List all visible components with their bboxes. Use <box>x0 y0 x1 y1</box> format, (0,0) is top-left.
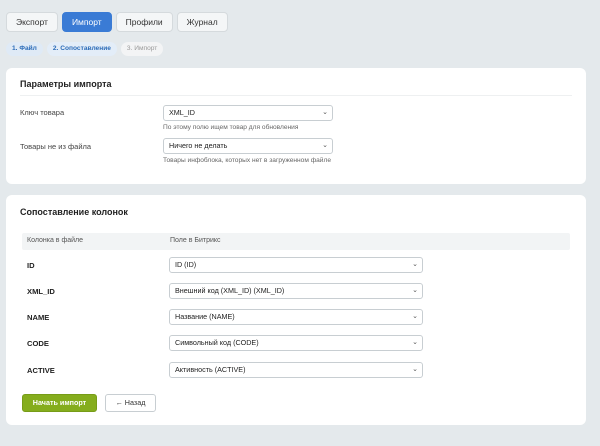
mapping-row-field-value: Внешний код (XML_ID) (XML_ID) <box>175 286 285 295</box>
mapping-row-field-select[interactable]: ID (ID) ⌄ <box>169 257 423 273</box>
column-bitrix-header: Поле в Битрикс <box>170 237 221 244</box>
mapping-row-column: CODE <box>27 339 49 348</box>
mapping-row-field-value: Активность (ACTIVE) <box>175 365 246 374</box>
tab-import[interactable]: Импорт <box>61 12 112 32</box>
chevron-down-icon: ⌄ <box>412 287 418 294</box>
chevron-down-icon: ⌄ <box>412 261 418 268</box>
tab-export[interactable]: Экспорт <box>6 12 58 32</box>
top-tabs: Экспорт Импорт Профили Журнал <box>6 12 228 32</box>
mapping-row-field-value: ID (ID) <box>175 260 197 269</box>
import-params-card: Параметры импорта Ключ товара XML_ID ⌄ П… <box>6 68 586 184</box>
back-button[interactable]: ← Назад <box>105 394 156 412</box>
mapping-row-field-select[interactable]: Название (NAME) ⌄ <box>169 309 423 325</box>
step-import: 3. Импорт <box>120 42 164 56</box>
step-file[interactable]: 1. Файл <box>6 42 43 56</box>
divider <box>20 95 572 96</box>
missing-items-select[interactable]: Ничего не делать ⌄ <box>163 138 333 154</box>
missing-items-label: Товары не из файла <box>20 142 92 151</box>
mapping-row-field-value: Название (NAME) <box>175 312 235 321</box>
column-file-header: Колонка в файле <box>27 237 83 244</box>
mapping-row-column: NAME <box>27 313 50 322</box>
chevron-down-icon: ⌄ <box>412 339 418 346</box>
tab-profiles[interactable]: Профили <box>115 12 173 32</box>
missing-items-value: Ничего не делать <box>169 141 228 150</box>
product-key-hint: По этому полю ищем товар для обновления <box>163 124 299 131</box>
column-mapping-card: Сопоставление колонок Колонка в файле По… <box>6 195 586 425</box>
chevron-down-icon: ⌄ <box>412 366 418 373</box>
import-params-title: Параметры импорта <box>20 79 112 89</box>
mapping-row-column: ACTIVE <box>27 366 55 375</box>
chevron-down-icon: ⌄ <box>412 313 418 320</box>
mapping-row-field-select[interactable]: Символьный код (CODE) ⌄ <box>169 335 423 351</box>
mapping-row-column: XML_ID <box>27 287 55 296</box>
chevron-down-icon: ⌄ <box>322 142 328 149</box>
column-mapping-title: Сопоставление колонок <box>20 207 128 217</box>
import-steps: 1. Файл 2. Сопоставление 3. Импорт <box>6 42 164 56</box>
mapping-row-field-value: Символьный код (CODE) <box>175 338 259 347</box>
product-key-select[interactable]: XML_ID ⌄ <box>163 105 333 121</box>
tab-log[interactable]: Журнал <box>176 12 228 32</box>
mapping-table-header: Колонка в файле Поле в Битрикс <box>22 233 570 250</box>
product-key-label: Ключ товара <box>20 108 65 117</box>
mapping-row-field-select[interactable]: Внешний код (XML_ID) (XML_ID) ⌄ <box>169 283 423 299</box>
mapping-row-column: ID <box>27 261 35 270</box>
step-mapping[interactable]: 2. Сопоставление <box>46 42 117 56</box>
product-key-value: XML_ID <box>169 108 195 117</box>
start-import-button[interactable]: Начать импорт <box>22 394 97 412</box>
missing-items-hint: Товары инфоблока, которых нет в загружен… <box>163 157 332 164</box>
mapping-row-field-select[interactable]: Активность (ACTIVE) ⌄ <box>169 362 423 378</box>
chevron-down-icon: ⌄ <box>322 109 328 116</box>
